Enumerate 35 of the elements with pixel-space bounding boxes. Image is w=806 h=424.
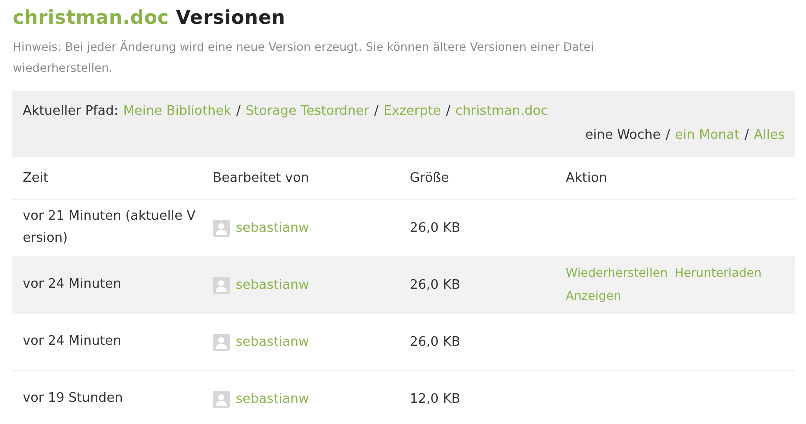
period-link[interactable]: ein Monat [675, 124, 740, 148]
breadcrumb-link[interactable]: Storage Testordner [246, 100, 370, 124]
period-link[interactable]: eine Woche [585, 124, 661, 148]
size-text: 26,0 KB [410, 278, 461, 292]
hint-text: Hinweis: Bei jeder Änderung wird eine neue Version erzeugt. Sie können ältere Versionen einer Datei wiederherstellen. [13, 39, 596, 77]
separator: / [236, 103, 241, 121]
breadcrumb-link[interactable]: Meine Bibliothek [123, 100, 232, 124]
size-text: 12,0 KB [410, 392, 461, 406]
user-icon [213, 390, 230, 408]
separator: / [666, 127, 670, 145]
separator: / [744, 127, 750, 145]
time-text: vor 19 Stunden [23, 390, 124, 408]
user-link[interactable]: sebastianw [236, 220, 310, 236]
separator: / [446, 103, 451, 121]
user-icon [213, 334, 230, 350]
breadcrumb-link[interactable]: christman.doc [456, 100, 548, 124]
separator: / [374, 103, 379, 121]
user-link[interactable]: sebastianw [236, 334, 310, 350]
user-icon [213, 220, 230, 236]
action-link[interactable]: Wiederherstellen [566, 262, 668, 285]
action-link[interactable]: Anzeigen [566, 285, 622, 308]
time-text: vor 24 Minuten [23, 276, 122, 294]
action-link[interactable]: Herunterladen [674, 262, 762, 285]
period-link[interactable]: Alles [754, 124, 785, 148]
user-link[interactable]: sebastianw [236, 392, 310, 406]
table-row[interactable]: vor 24 Minuten sebastianw 26,0 KB Wiederherstellen Herunterladen Anzeigen [12, 257, 795, 314]
page-title: christman.doc Versionen [13, 6, 287, 31]
size-text: 26,0 KB [410, 334, 461, 350]
time-text: vor 21 Minuten (aktuelle Version) [23, 208, 196, 248]
size-text: 26,0 KB [410, 220, 461, 236]
user-icon [213, 276, 230, 294]
breadcrumb-link[interactable]: Exzerpte [384, 100, 442, 124]
user-link[interactable]: sebastianw [236, 278, 310, 292]
time-text: vor 24 Minuten [23, 333, 122, 351]
path-label: Aktueller Pfad: [23, 103, 118, 121]
